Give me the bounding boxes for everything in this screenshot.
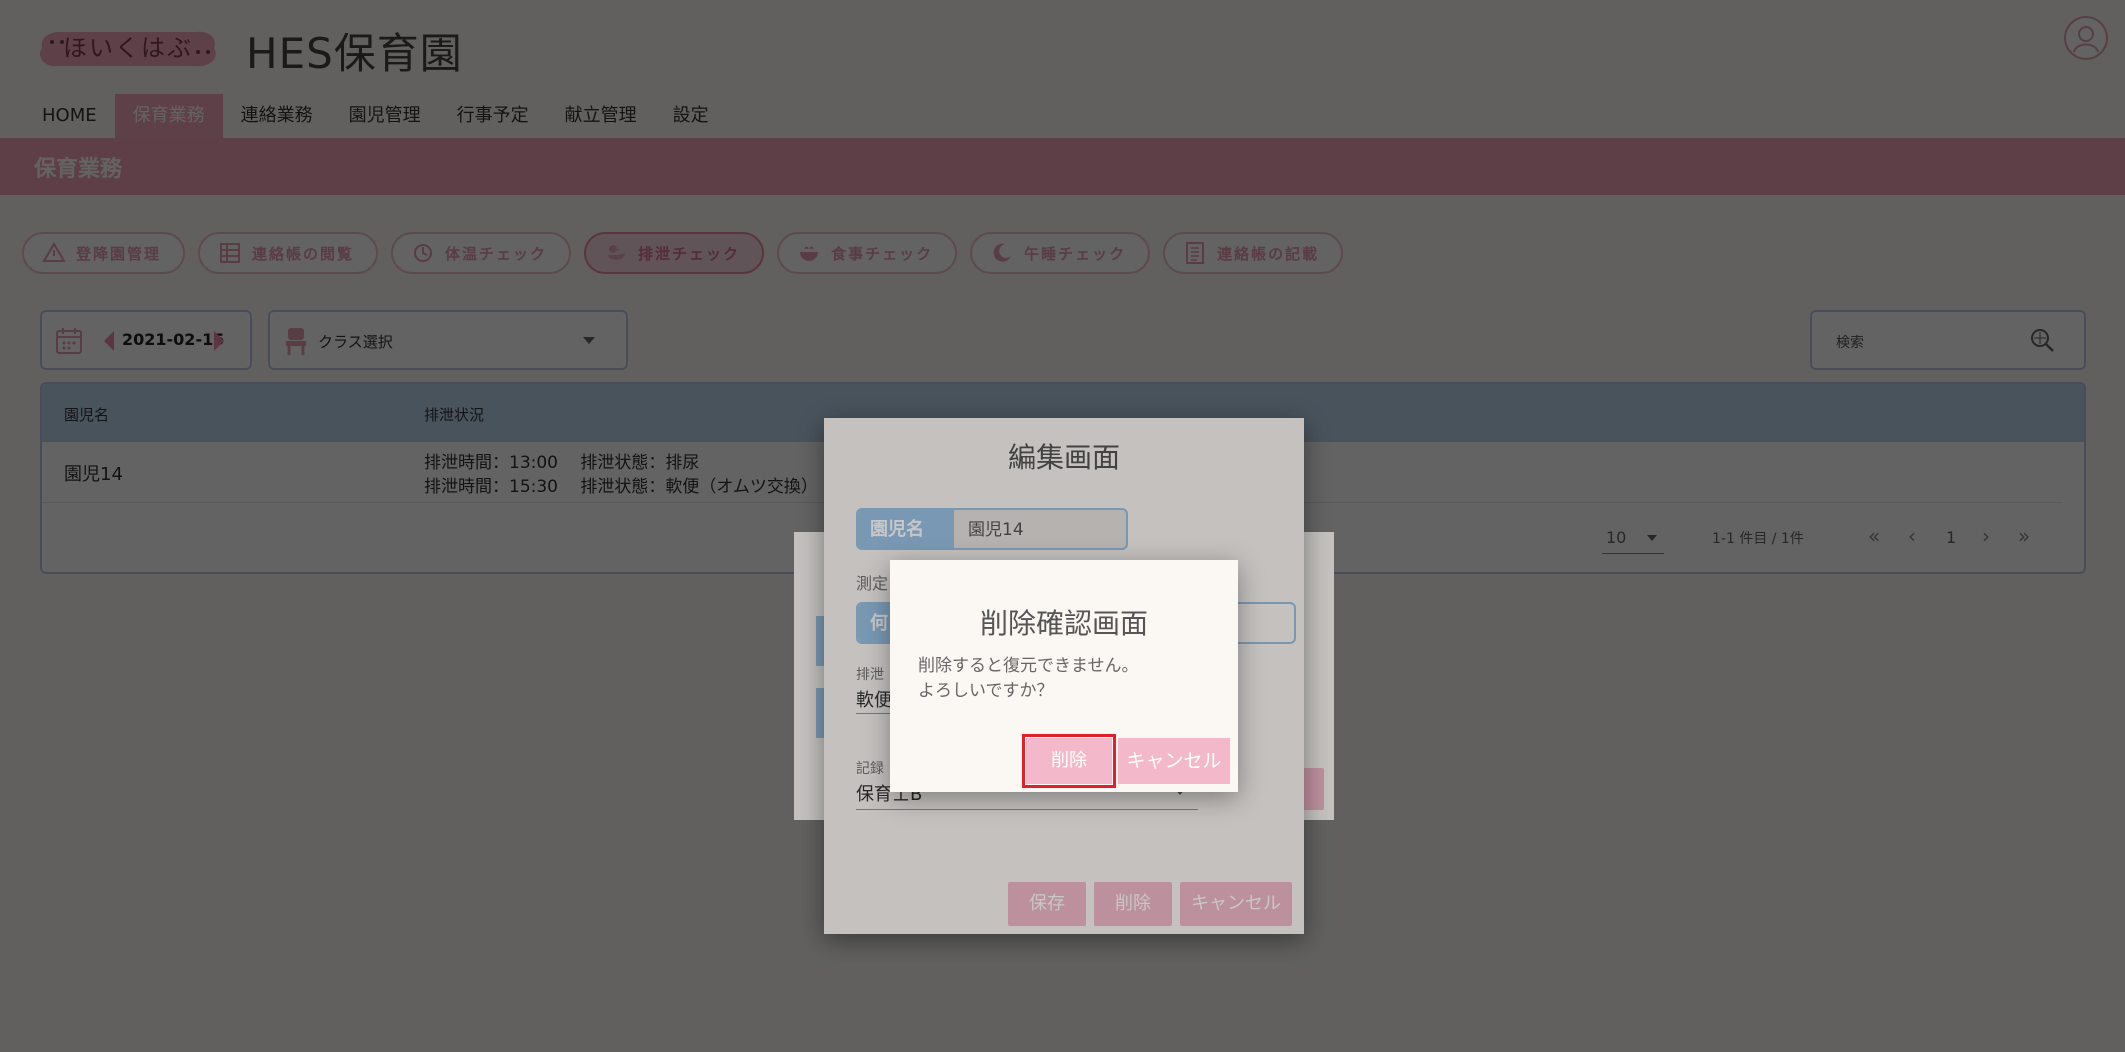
confirm-message-line: よろしいですか？ <box>918 681 1054 701</box>
confirm-message: 削除すると復元できません。 よろしいですか？ <box>918 654 1139 704</box>
delete-confirm-dialog: 削除確認画面 削除すると復元できません。 よろしいですか？ 削除 キャンセル <box>890 560 1238 792</box>
confirm-delete-button[interactable]: 削除 <box>1022 734 1116 788</box>
confirm-dialog-title: 削除確認画面 <box>979 607 1148 640</box>
confirm-cancel-button[interactable]: キャンセル <box>1118 738 1230 784</box>
confirm-message-line: 削除すると復元できません。 <box>918 656 1139 676</box>
confirm-overlay[interactable] <box>0 0 2125 1052</box>
